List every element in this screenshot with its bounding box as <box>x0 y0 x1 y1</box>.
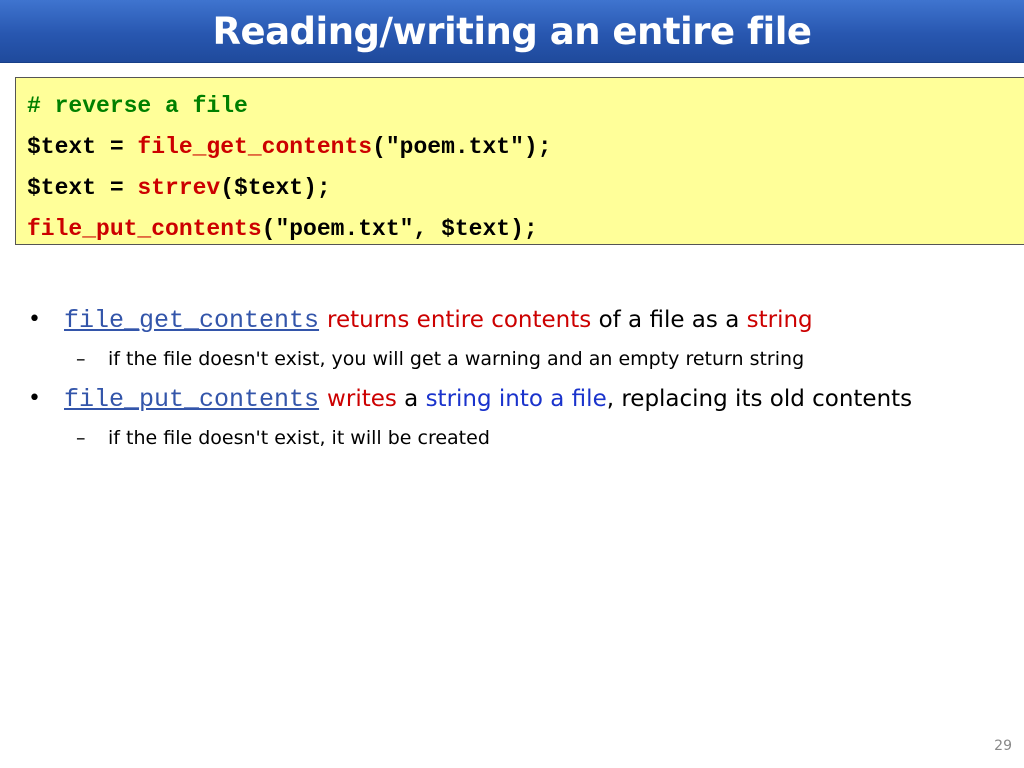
sub-bullet-put-contents: – if the file doesn't exist, it will be … <box>28 420 1008 456</box>
bullet-text-red: writes <box>327 386 397 412</box>
sub-bullet-text: if the file doesn't exist, it will be cr… <box>108 427 490 449</box>
code-text: ("poem.txt", $text); <box>261 216 538 242</box>
bullet-item-get-contents: • file_get_contents returns entire conten… <box>28 300 1008 341</box>
file-put-contents-link[interactable]: file_put_contents <box>64 385 319 414</box>
code-text: ($text); <box>220 175 331 201</box>
code-function: file_put_contents <box>27 216 262 242</box>
bullet-item-put-contents: • file_put_contents writes a string into … <box>28 379 1008 420</box>
bullet-text-red: returns entire contents <box>327 307 592 333</box>
bullet-text: of a file as a <box>591 307 747 333</box>
code-function: file_get_contents <box>137 134 373 160</box>
code-function: strrev <box>137 175 221 201</box>
slide-title: Reading/writing an entire file <box>212 9 812 53</box>
code-text: $text = <box>27 134 138 160</box>
sub-bullet-get-contents: – if the file doesn't exist, you will ge… <box>28 341 1008 377</box>
code-line-4: file_put_contents("poem.txt", $text); <box>27 209 1024 250</box>
code-text: $text = <box>27 175 138 201</box>
bullet-list: • file_get_contents returns entire conten… <box>28 300 1008 458</box>
bullet-text-red: string <box>746 307 813 333</box>
page-number: 29 <box>994 738 1012 754</box>
code-line-1: # reverse a file <box>27 86 1024 127</box>
bullet-marker: • <box>28 386 41 411</box>
bullet-marker: • <box>28 307 41 332</box>
code-comment: # reverse a file <box>27 93 248 119</box>
sub-bullet-text: if the file doesn't exist, you will get … <box>108 348 805 370</box>
title-bar: Reading/writing an entire file <box>0 0 1024 63</box>
file-get-contents-link[interactable]: file_get_contents <box>64 306 319 335</box>
code-line-3: $text = strrev($text); <box>27 168 1024 209</box>
bullet-text-blue: string into a file <box>425 386 607 412</box>
code-text: ("poem.txt"); <box>372 134 552 160</box>
code-line-2: $text = file_get_contents("poem.txt"); <box>27 127 1024 168</box>
sub-bullet-marker: – <box>76 348 86 370</box>
code-block: # reverse a file $text = file_get_conten… <box>15 77 1024 245</box>
sub-bullet-marker: – <box>76 427 86 449</box>
bullet-text: , replacing its old contents <box>606 386 913 412</box>
bullet-text: a <box>396 386 426 412</box>
